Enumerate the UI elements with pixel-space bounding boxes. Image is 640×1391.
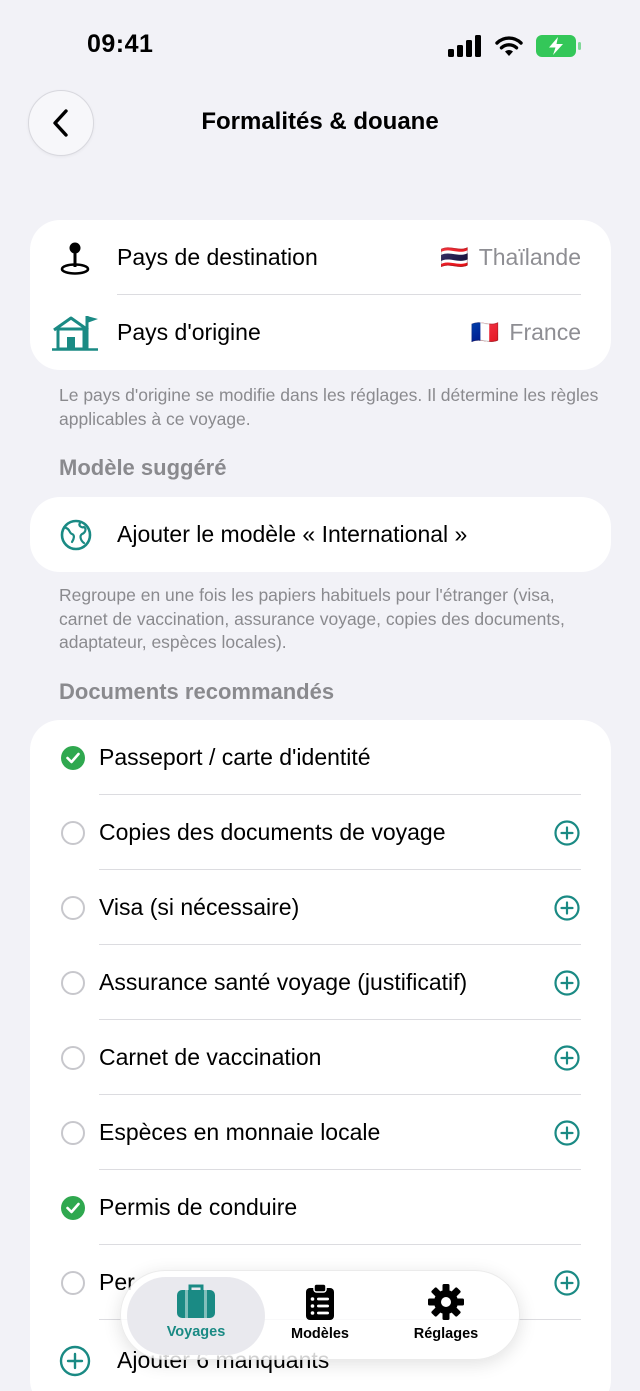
document-item[interactable]: Assurance santé voyage (justificatif)	[30, 945, 611, 1020]
add-circle-icon[interactable]	[554, 1119, 580, 1146]
add-circle-icon[interactable]	[554, 969, 580, 996]
suitcase-icon	[177, 1284, 215, 1318]
destination-country-row[interactable]: Pays de destination 🇹🇭 Thaïlande	[30, 220, 611, 295]
tab-voyages-label: Voyages	[166, 1324, 226, 1340]
destination-country-name: Thaïlande	[478, 244, 581, 270]
tab-reglages-label: Réglages	[413, 1326, 479, 1342]
document-item[interactable]: Permis de conduire	[30, 1170, 611, 1245]
origin-country-label: Pays d'origine	[117, 319, 261, 345]
suggested-template-card: Ajouter le modèle « International »	[30, 497, 611, 572]
thailand-flag-icon: 🇹🇭	[440, 244, 469, 270]
document-item[interactable]: Visa (si nécessaire)	[30, 870, 611, 945]
suggested-section-title: Modèle suggéré	[59, 455, 227, 480]
suggested-template-note: Regroupe en une fois les papiers habitue…	[59, 585, 565, 652]
document-item[interactable]: Espèces en monnaie locale	[30, 1095, 611, 1170]
add-circle-icon[interactable]	[554, 894, 580, 921]
battery-charging-icon	[536, 35, 581, 57]
origin-note: Le pays d'origine se modifie dans les ré…	[59, 385, 599, 429]
add-circle-icon	[59, 1345, 91, 1377]
destination-country-value: 🇹🇭 Thaïlande	[440, 244, 581, 271]
wifi-icon	[495, 36, 523, 56]
countries-card: Pays de destination 🇹🇭 Thaïlande Pays d'…	[30, 220, 611, 370]
page-title: Formalités & douane	[201, 108, 439, 135]
document-item[interactable]: Passeport / carte d'identité	[30, 720, 611, 795]
tab-reglages[interactable]: Réglages	[381, 1283, 511, 1353]
document-label: Visa (si nécessaire)	[99, 894, 300, 920]
tab-voyages[interactable]: Voyages	[131, 1283, 261, 1353]
status-icons	[448, 34, 582, 58]
document-item[interactable]: Carnet de vaccination	[30, 1020, 611, 1095]
document-item[interactable]: Copies des documents de voyage	[30, 795, 611, 870]
origin-country-row: Pays d'origine 🇫🇷 France	[30, 295, 611, 370]
add-template-label: Ajouter le modèle « International »	[117, 521, 468, 547]
document-label: Carnet de vaccination	[99, 1044, 322, 1070]
gear-icon	[428, 1284, 464, 1320]
unchecked-circle-icon[interactable]	[61, 895, 85, 920]
status-bar: 09:41	[0, 0, 640, 96]
document-label: Copies des documents de voyage	[99, 819, 446, 845]
globe-icon	[60, 519, 92, 551]
add-international-template-button[interactable]: Ajouter le modèle « International »	[30, 497, 611, 572]
unchecked-circle-icon[interactable]	[61, 970, 85, 995]
tab-modeles-label: Modèles	[290, 1326, 349, 1342]
add-circle-icon[interactable]	[554, 1044, 580, 1071]
document-label: Passeport / carte d'identité	[99, 744, 371, 770]
origin-country-value: 🇫🇷 France	[471, 319, 581, 346]
checked-circle-icon[interactable]	[61, 1195, 85, 1220]
clipboard-list-icon	[306, 1283, 334, 1320]
france-flag-icon: 🇫🇷	[470, 319, 500, 345]
document-label: Espèces en monnaie locale	[99, 1119, 381, 1145]
add-circle-icon[interactable]	[554, 819, 580, 846]
tab-bar: Voyages Modèles Réglages	[120, 1270, 520, 1360]
checked-circle-icon[interactable]	[61, 745, 85, 770]
unchecked-circle-icon[interactable]	[61, 1045, 85, 1070]
home-flag-icon	[52, 316, 98, 351]
documents-section-title: Documents recommandés	[59, 679, 335, 704]
unchecked-circle-icon[interactable]	[61, 1120, 85, 1145]
add-circle-icon[interactable]	[554, 1269, 580, 1296]
map-pin-icon	[60, 242, 90, 275]
origin-country-name: France	[509, 319, 581, 345]
document-label: Assurance santé voyage (justificatif)	[99, 969, 468, 995]
destination-country-label: Pays de destination	[117, 244, 318, 270]
unchecked-circle-icon[interactable]	[61, 1270, 85, 1295]
status-time: 09:41	[87, 30, 154, 58]
cellular-signal-icon	[448, 35, 481, 57]
tab-modeles[interactable]: Modèles	[255, 1283, 385, 1353]
unchecked-circle-icon[interactable]	[61, 820, 85, 845]
document-label: Permis de conduire	[99, 1194, 298, 1220]
